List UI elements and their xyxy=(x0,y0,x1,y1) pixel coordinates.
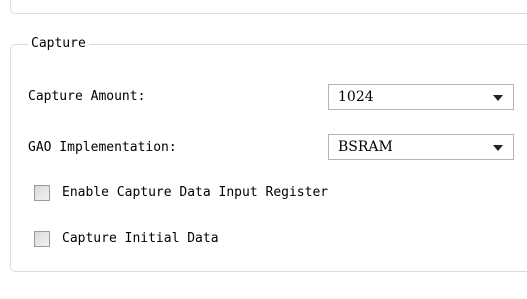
capture-group-title: Capture xyxy=(28,34,89,54)
chevron-down-icon xyxy=(493,145,503,151)
gao-implementation-select[interactable]: BSRAM xyxy=(328,134,514,160)
checkbox-icon[interactable] xyxy=(34,185,50,201)
capture-amount-value: 1024 xyxy=(338,89,374,105)
enable-capture-input-register-label[interactable]: Enable Capture Data Input Register xyxy=(62,183,328,203)
gao-implementation-value: BSRAM xyxy=(338,139,393,155)
capture-initial-data-label[interactable]: Capture Initial Data xyxy=(62,229,219,249)
gao-implementation-label: GAO Implementation: xyxy=(28,140,177,155)
chevron-down-icon xyxy=(493,95,503,101)
checkbox-icon[interactable] xyxy=(34,231,50,247)
capture-amount-select[interactable]: 1024 xyxy=(328,84,514,110)
previous-group-panel xyxy=(10,0,527,14)
capture-amount-label: Capture Amount: xyxy=(28,89,146,104)
